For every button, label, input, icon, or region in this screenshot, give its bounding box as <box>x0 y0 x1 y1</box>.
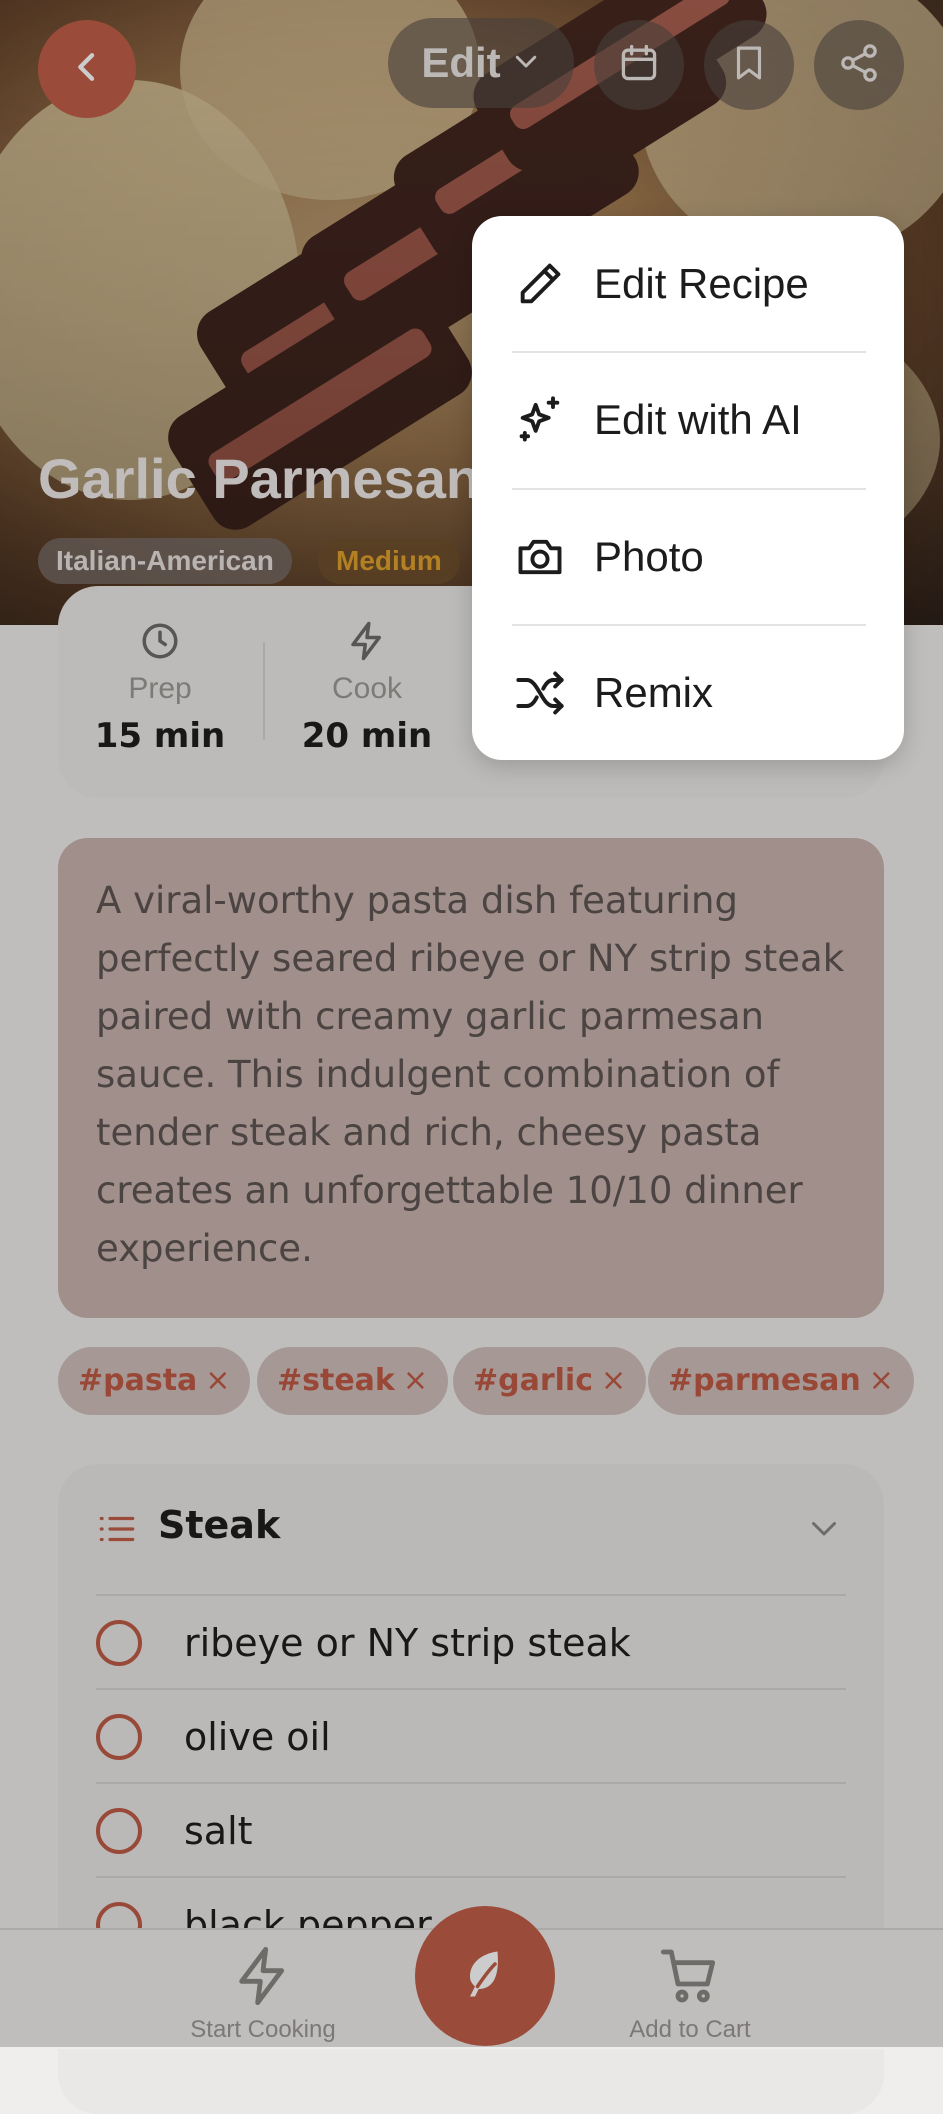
menu-item-label: Photo <box>594 533 704 580</box>
menu-item-label: Edit with AI <box>594 396 802 443</box>
pencil-icon <box>512 256 568 312</box>
menu-item-edit-with-ai[interactable]: Edit with AI <box>472 352 904 488</box>
shuffle-icon <box>512 665 568 721</box>
menu-item-photo[interactable]: Photo <box>472 489 904 625</box>
menu-item-label: Edit Recipe <box>594 260 809 307</box>
sparkles-icon <box>512 392 568 448</box>
menu-item-edit-recipe[interactable]: Edit Recipe <box>472 216 904 352</box>
menu-item-label: Remix <box>594 669 714 716</box>
menu-item-remix[interactable]: Remix <box>472 625 904 761</box>
camera-icon <box>512 529 568 585</box>
